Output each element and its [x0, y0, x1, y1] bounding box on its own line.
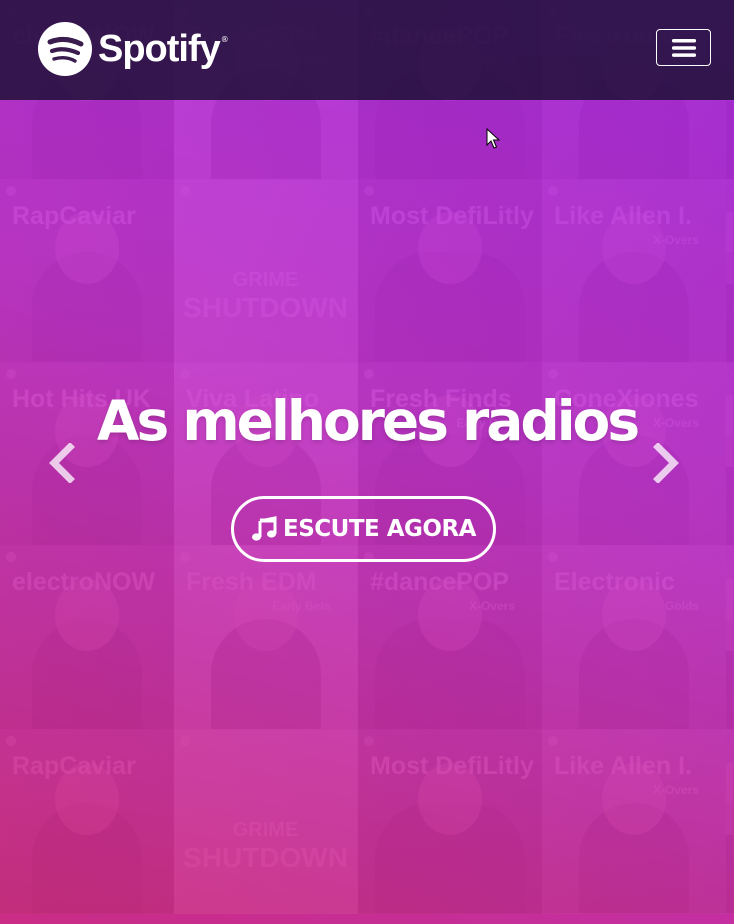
- registered-mark: ®: [220, 34, 229, 44]
- hero-headline: As melhores radios: [96, 388, 640, 453]
- listen-now-button[interactable]: ESCUTE AGORA: [231, 496, 496, 562]
- hamburger-menu-icon: [671, 38, 696, 57]
- brand-name: Spotify: [98, 27, 221, 70]
- spotify-logo-icon: [38, 22, 92, 76]
- chevron-right-icon: [653, 443, 679, 483]
- mouse-cursor-icon: [486, 128, 500, 149]
- menu-toggle-button[interactable]: [656, 29, 711, 66]
- chevron-left-icon: [49, 443, 75, 483]
- listen-now-label: ESCUTE AGORA: [283, 516, 476, 542]
- music-note-icon: [252, 516, 277, 541]
- carousel-prev-button[interactable]: [42, 440, 82, 486]
- gradient-overlay: [0, 0, 734, 924]
- spotify-brand-link[interactable]: Spotify ®: [38, 22, 229, 76]
- carousel-next-button[interactable]: [646, 440, 686, 486]
- top-navbar: Spotify ®: [0, 0, 734, 100]
